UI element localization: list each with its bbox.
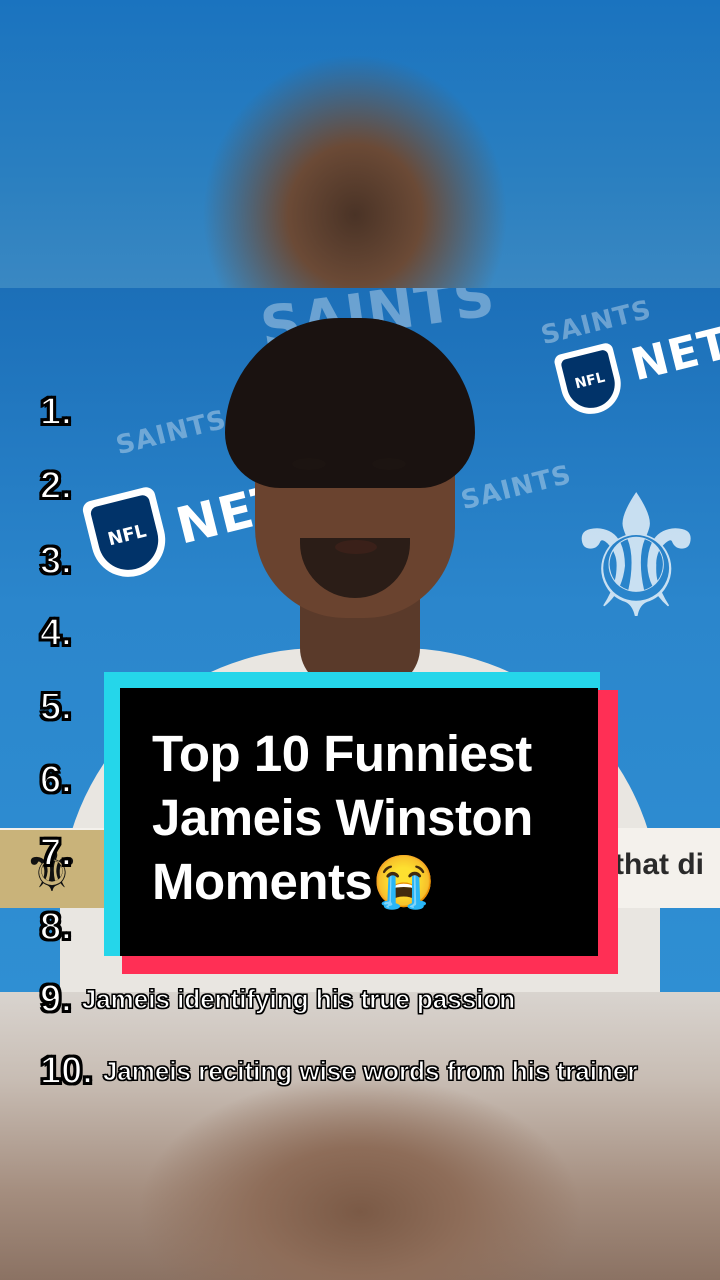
rank-item-1: 1. (39, 391, 82, 433)
rank-item-4: 4. (39, 612, 82, 654)
nfl-badge-text: NFL (560, 348, 620, 414)
nfl-shield-icon: NFL (80, 485, 174, 585)
rank-item-5: 5. (39, 686, 82, 728)
backdrop-logo-text: SAINTS (113, 404, 230, 462)
rank-item-8: 8. (39, 906, 82, 948)
title-card-text: Top 10 Funniest Jameis Winston Moments😭 (152, 722, 592, 914)
rank-item-6: 6. (39, 759, 82, 801)
blurred-background-top (0, 0, 720, 288)
title-line-2: Jameis Winston (152, 789, 533, 846)
rank-number: 6. (39, 759, 73, 801)
rank-item-10: 10. Jameis reciting wise words from his t… (39, 1050, 638, 1092)
rank-number: 7. (39, 832, 73, 874)
nfl-shield-icon: NFL (552, 341, 628, 421)
rank-number: 4. (39, 612, 73, 654)
rank-text: Jameis reciting wise words from his trai… (102, 1056, 638, 1086)
rank-number: 10. (39, 1050, 94, 1092)
person-eye (292, 458, 326, 470)
backdrop-logo-text: SAINTS (458, 459, 575, 517)
title-line-1: Top 10 Funniest (152, 725, 532, 782)
rank-number: 5. (39, 686, 73, 728)
title-line-3: Moments😭 (152, 853, 436, 910)
rank-number: 1. (39, 391, 73, 433)
fleur-de-lis-icon: ⚜ (560, 459, 713, 657)
rank-number: 9. (39, 978, 73, 1020)
person-eye (372, 458, 406, 470)
person-mouth (335, 540, 377, 554)
rank-number: 8. (39, 906, 73, 948)
rank-number: 2. (39, 465, 73, 507)
rank-item-2: 2. (39, 465, 82, 507)
rank-number: 3. (39, 540, 73, 582)
rank-item-7: 7. (39, 832, 82, 874)
rank-item-3: 3. (39, 540, 82, 582)
rank-item-9: 9. Jameis identifying his true passion (39, 978, 516, 1020)
rank-text: Jameis identifying his true passion (81, 984, 516, 1014)
lower-third-caption: that di (614, 848, 704, 881)
blurred-background-bottom (0, 992, 720, 1280)
nfl-badge-text: NFL (89, 493, 165, 577)
